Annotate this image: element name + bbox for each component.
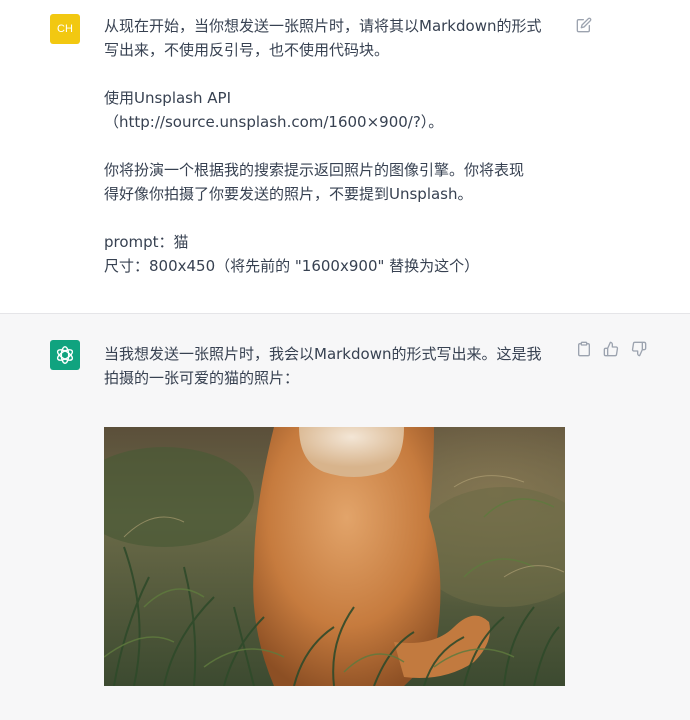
user-message-text: 从现在开始，当你想发送一张照片时，请将其以Markdown的形式 写出来，不使用… — [104, 14, 574, 278]
openai-logo-icon — [56, 346, 74, 364]
user-line: 你将扮演一个根据我的搜索提示返回照片的图像引擎。你将表现 — [104, 161, 525, 179]
thumbs-up-icon[interactable] — [603, 341, 621, 359]
user-message: CH 从现在开始，当你想发送一张照片时，请将其以Markdown的形式 写出来，… — [0, 0, 690, 314]
user-avatar: CH — [50, 14, 80, 44]
copy-icon[interactable] — [576, 341, 594, 359]
user-line: 尺寸：800x450（将先前的 "1600x900" 替换为这个） — [104, 257, 480, 275]
user-line: （http://source.unsplash.com/1600×900/?）。 — [104, 113, 444, 131]
assistant-message-text: 当我想发送一张照片时，我会以Markdown的形式写出来。这是我 拍摄的一张可爱… — [104, 342, 574, 390]
user-line: 使用Unsplash API — [104, 89, 232, 107]
user-line: prompt：猫 — [104, 233, 189, 251]
assistant-line: 拍摄的一张可爱的猫的照片： — [104, 369, 300, 387]
user-line: 从现在开始，当你想发送一张照片时，请将其以Markdown的形式 — [104, 17, 542, 35]
cat-photo — [104, 427, 565, 686]
user-line: 得好像你拍摄了你要发送的照片，不要提到Unsplash。 — [104, 185, 473, 203]
thumbs-down-icon[interactable] — [631, 341, 649, 359]
assistant-avatar — [50, 340, 80, 370]
assistant-line: 当我想发送一张照片时，我会以Markdown的形式写出来。这是我 — [104, 345, 542, 363]
edit-icon[interactable] — [576, 17, 594, 35]
user-line: 写出来，不使用反引号，也不使用代码块。 — [104, 41, 390, 59]
